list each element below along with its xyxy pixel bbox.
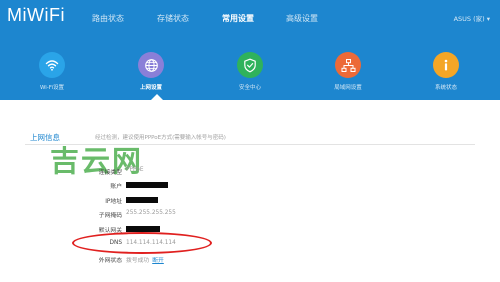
- settings-item-label: 安全中心: [238, 85, 261, 91]
- connection-type-value: PPPoE: [126, 167, 144, 173]
- settings-item-lan[interactable]: 局域网设置: [318, 52, 378, 91]
- settings-item-internet[interactable]: 上网设置: [121, 52, 181, 91]
- wan-status-value-wrap: 拨号成功 断开: [126, 255, 164, 264]
- ip-address-label: IP地址: [105, 199, 122, 205]
- nav-storage-status[interactable]: 存储状态: [157, 13, 189, 24]
- info-row-connection-type: 连接类型 PPPoE: [0, 167, 500, 177]
- settings-item-security[interactable]: 安全中心: [220, 52, 280, 91]
- connection-type-label: 连接类型: [98, 170, 122, 176]
- info-row-ip: IP地址: [0, 196, 500, 206]
- nav-advanced-settings[interactable]: 高级设置: [286, 13, 318, 24]
- info-icon: [433, 52, 459, 78]
- ip-address-redacted-value: [126, 197, 158, 203]
- settings-icons-row: Wi-Fi设置 上网设置 安全中心 局域网设置 系统状态: [0, 52, 500, 94]
- subnet-mask-value: 255.255.255.255: [126, 210, 176, 216]
- wifi-icon: [39, 52, 65, 78]
- account-redacted-value: [126, 182, 168, 188]
- account-label: 账户: [110, 184, 122, 190]
- wan-status-value: 拨号成功: [126, 258, 150, 264]
- settings-item-label: Wi-Fi设置: [39, 85, 65, 91]
- router-name-dropdown[interactable]: ASUS (家) ▾: [454, 13, 490, 23]
- disconnect-link[interactable]: 断开: [152, 258, 164, 264]
- info-row-account: 账户: [0, 181, 500, 191]
- wan-status-label: 外网状态: [98, 258, 122, 264]
- network-icon: [335, 52, 361, 78]
- settings-item-system-status[interactable]: 系统状态: [416, 52, 476, 91]
- info-row-gateway: 默认网关: [0, 225, 500, 235]
- shield-icon: [237, 52, 263, 78]
- nav-router-status[interactable]: 路由状态: [92, 13, 124, 24]
- settings-item-label: 系统状态: [434, 85, 457, 91]
- settings-item-label: 上网设置: [139, 85, 162, 91]
- settings-item-label: 局域网设置: [334, 85, 362, 91]
- dns-highlight-ellipse: [72, 232, 212, 254]
- settings-item-wifi[interactable]: Wi-Fi设置: [22, 52, 82, 91]
- main-nav: 路由状态 存储状态 常用设置 高级设置: [0, 13, 500, 25]
- top-header: MiWiFi 路由状态 存储状态 常用设置 高级设置 ASUS (家) ▾ Wi…: [0, 0, 500, 100]
- globe-icon: [138, 52, 164, 78]
- subnet-mask-label: 子网掩码: [98, 213, 122, 219]
- info-row-subnet: 子网掩码 255.255.255.255: [0, 210, 500, 220]
- info-row-wan-status: 外网状态 拨号成功 断开: [0, 255, 500, 265]
- nav-common-settings[interactable]: 常用设置: [222, 13, 254, 24]
